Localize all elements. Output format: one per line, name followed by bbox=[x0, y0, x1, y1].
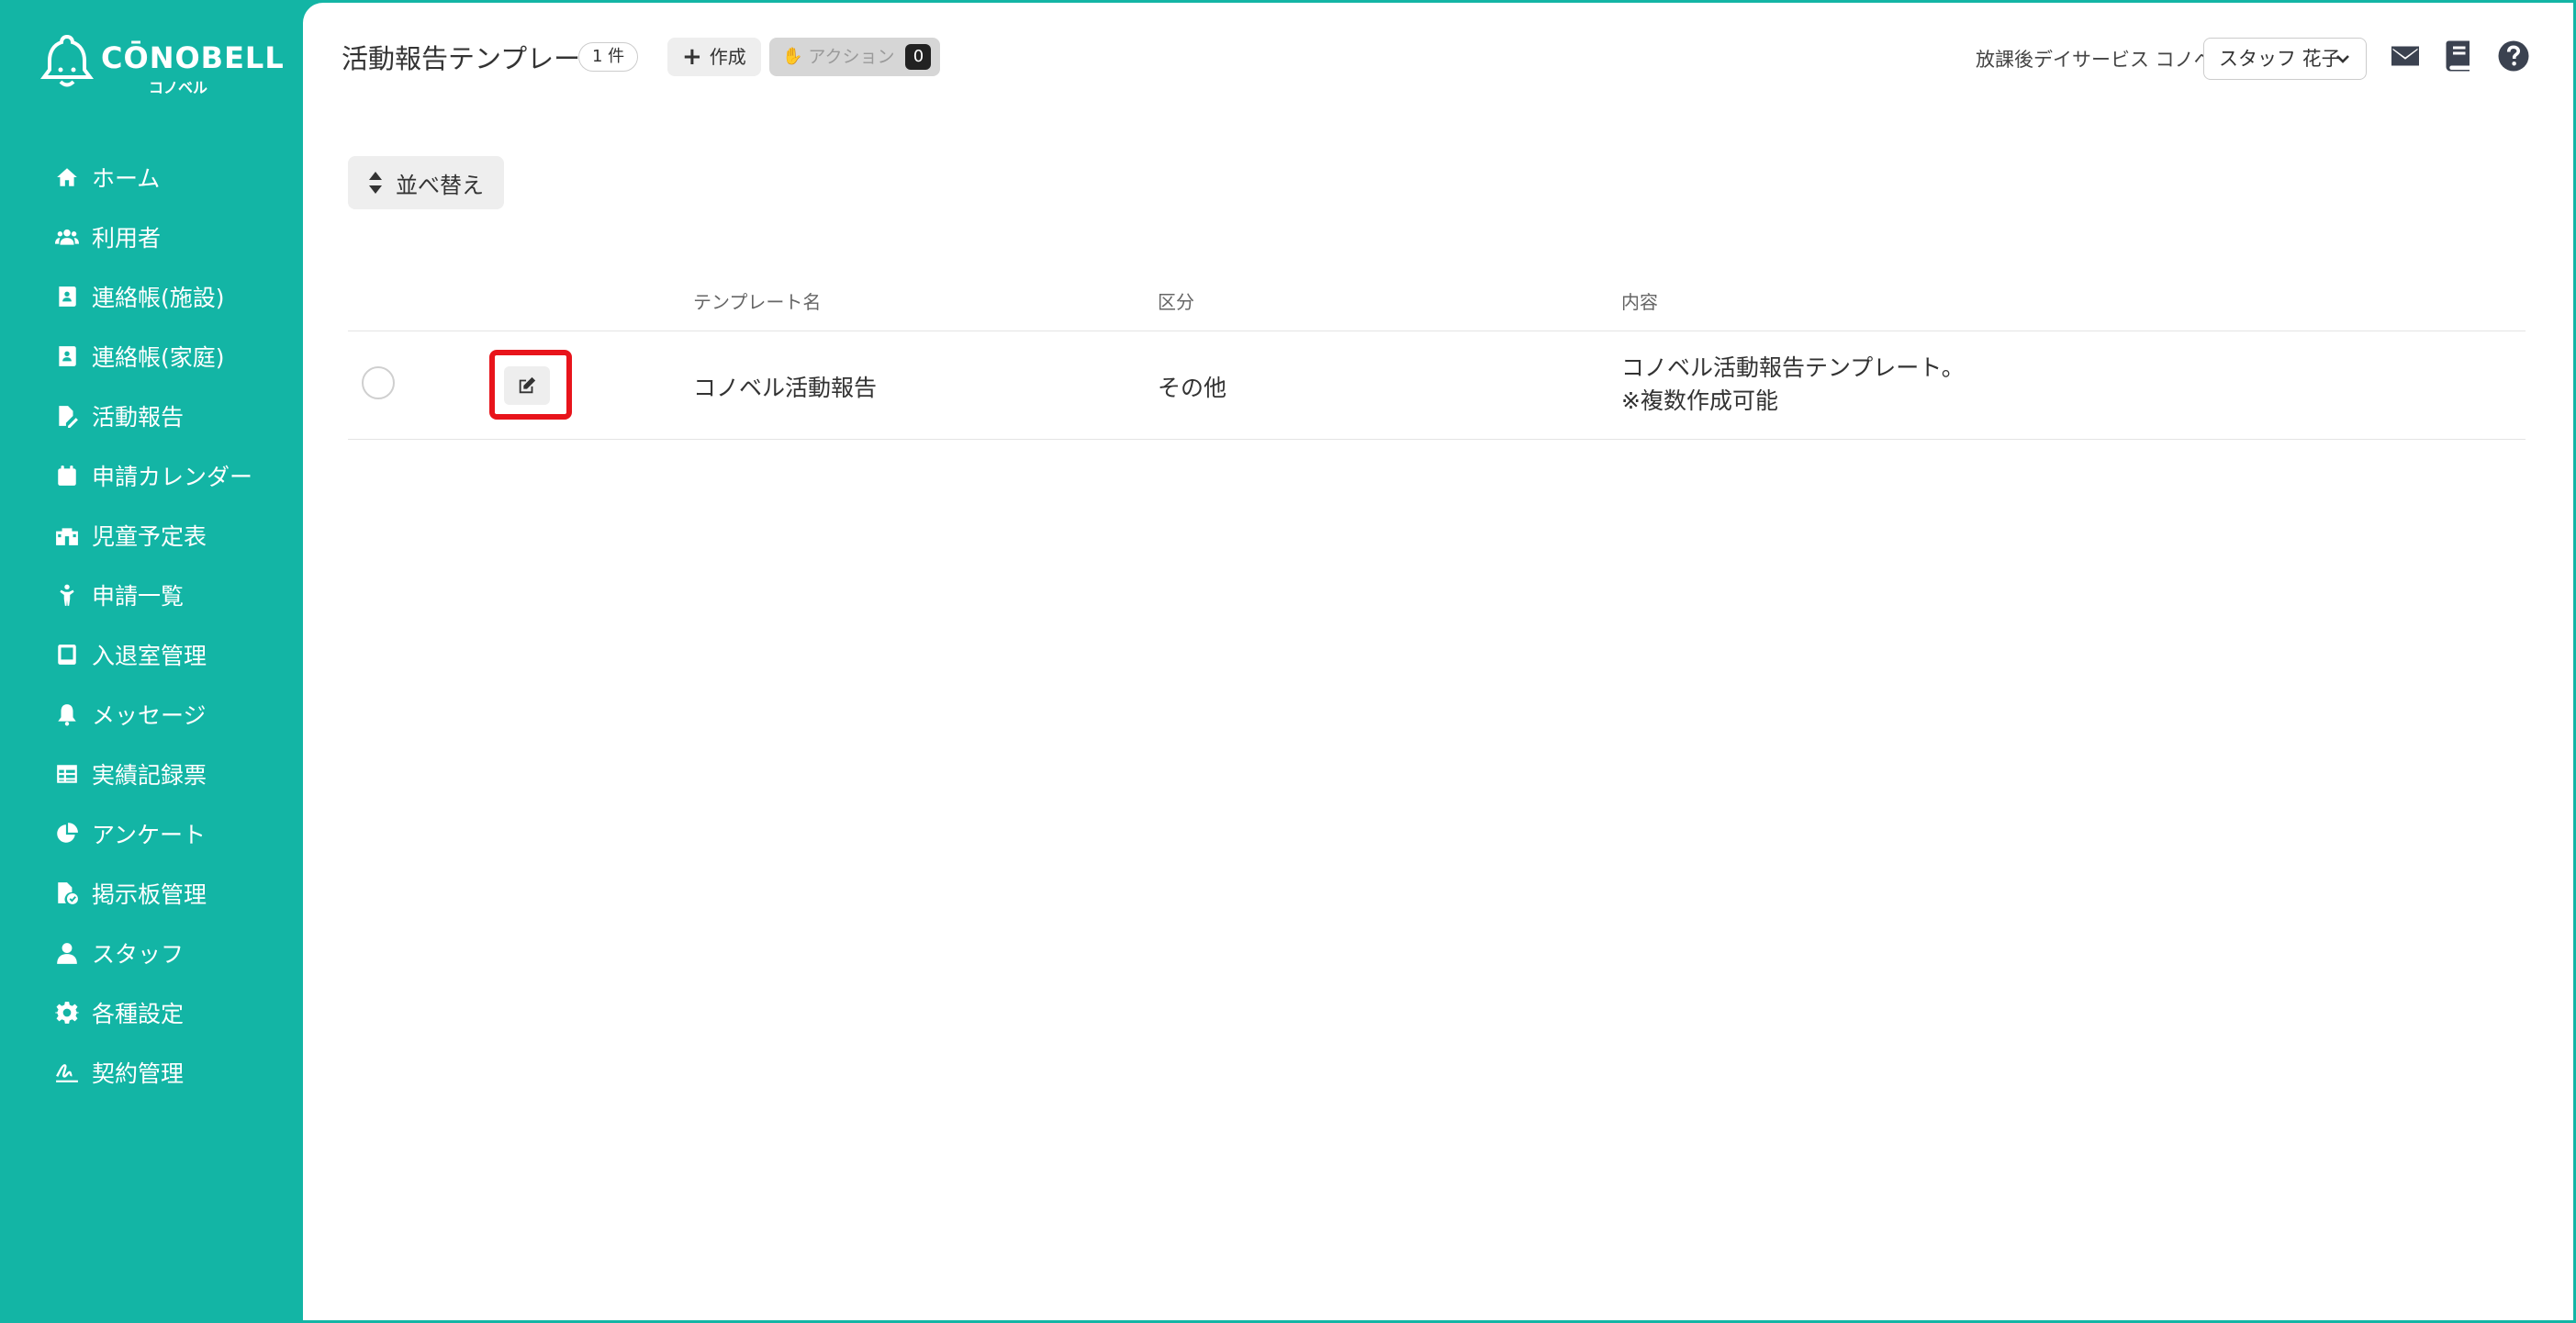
sidebar-nav: ホーム 利用者 連絡帳(施設) 連絡帳(家庭) 活動報告 申請カレンダー 児童予… bbox=[0, 147, 303, 1102]
sidebar-item-bulletin-board[interactable]: 掲示板管理 bbox=[0, 863, 303, 923]
content-line-2: ※複数作成可能 bbox=[1621, 387, 1778, 414]
bell-logo-icon bbox=[40, 34, 94, 87]
column-header-category: 区分 bbox=[1158, 291, 1194, 313]
sidebar-item-contract[interactable]: 契約管理 bbox=[0, 1042, 303, 1102]
sidebar-item-child-schedule[interactable]: 児童予定表 bbox=[0, 505, 303, 565]
home-icon bbox=[55, 165, 79, 189]
staff-icon bbox=[55, 941, 79, 965]
chevron-down-icon bbox=[2336, 55, 2349, 63]
sidebar-item-label: 掲示板管理 bbox=[92, 880, 207, 908]
bell-icon bbox=[55, 702, 79, 726]
sidebar-item-label: 利用者 bbox=[92, 224, 162, 252]
sidebar-item-contact-home[interactable]: 連絡帳(家庭) bbox=[0, 326, 303, 386]
sidebar-item-staff[interactable]: スタッフ bbox=[0, 923, 303, 982]
child-icon bbox=[55, 583, 79, 607]
template-name: コノベル活動報告 bbox=[693, 375, 878, 401]
header-bar: 活動報告テンプレート 1 件 + 作成 ✋ アクション 0 放課後デイサービス … bbox=[303, 3, 2573, 113]
sidebar-item-label: 申請一覧 bbox=[92, 582, 185, 610]
sidebar-item-survey[interactable]: アンケート bbox=[0, 803, 303, 863]
gear-icon bbox=[55, 1001, 79, 1025]
column-header-content: 内容 bbox=[1621, 291, 1658, 313]
staff-name: スタッフ 花子 bbox=[2219, 48, 2341, 70]
sidebar-item-label: スタッフ bbox=[92, 940, 185, 968]
sidebar-item-request-calendar[interactable]: 申請カレンダー bbox=[0, 445, 303, 505]
plus-icon: + bbox=[682, 43, 702, 71]
tablet-icon bbox=[55, 643, 79, 667]
hand-pointer-icon: ✋ bbox=[782, 47, 803, 66]
calendar-icon bbox=[55, 464, 79, 488]
main-content: 活動報告テンプレート 1 件 + 作成 ✋ アクション 0 放課後デイサービス … bbox=[303, 3, 2573, 1320]
sidebar: CŌNOBELL コノベル ホーム 利用者 連絡帳(施設) 連絡帳(家庭) 活動… bbox=[0, 0, 303, 1323]
book-icon[interactable] bbox=[2442, 39, 2475, 73]
sidebar-item-home[interactable]: ホーム bbox=[0, 147, 303, 207]
sidebar-item-activity-report[interactable]: 活動報告 bbox=[0, 386, 303, 445]
table-icon bbox=[55, 762, 79, 786]
sidebar-item-label: 実績記録票 bbox=[92, 761, 207, 789]
sidebar-item-label: アンケート bbox=[92, 821, 207, 848]
sidebar-item-label: 各種設定 bbox=[92, 1000, 185, 1027]
template-table: テンプレート名 区分 内容 コノベル活動報告 その他 コノベル活動報告テンプレー… bbox=[348, 260, 2526, 440]
sidebar-item-label: 契約管理 bbox=[92, 1060, 185, 1087]
sidebar-item-contact-facility[interactable]: 連絡帳(施設) bbox=[0, 266, 303, 326]
brand-name: CŌNOBELL bbox=[101, 40, 285, 75]
contact-book-icon bbox=[55, 344, 79, 368]
sort-button[interactable]: 並べ替え bbox=[348, 156, 504, 209]
help-icon[interactable] bbox=[2497, 39, 2530, 73]
action-count-badge: 0 bbox=[905, 44, 932, 70]
staff-select[interactable]: スタッフ 花子 bbox=[2203, 38, 2367, 80]
sidebar-item-label: 入退室管理 bbox=[92, 642, 207, 669]
action-label: アクション bbox=[808, 47, 895, 67]
sidebar-item-request-list[interactable]: 申請一覧 bbox=[0, 565, 303, 624]
sidebar-item-users[interactable]: 利用者 bbox=[0, 207, 303, 266]
brand-subname: コノベル bbox=[149, 79, 208, 96]
facility-name: 放課後デイサービス コノベル bbox=[1976, 49, 2233, 71]
edit-icon bbox=[519, 376, 536, 394]
template-content: コノベル活動報告テンプレート。 ※複数作成可能 bbox=[1621, 352, 1965, 418]
sidebar-item-label: 連絡帳(施設) bbox=[92, 284, 225, 311]
column-header-name: テンプレート名 bbox=[693, 291, 822, 313]
create-button[interactable]: + 作成 bbox=[667, 38, 761, 76]
edit-button[interactable] bbox=[504, 366, 550, 405]
contact-book-icon bbox=[55, 285, 79, 308]
action-button[interactable]: ✋ アクション 0 bbox=[769, 38, 941, 76]
sidebar-item-performance-record[interactable]: 実績記録票 bbox=[0, 744, 303, 803]
sidebar-item-label: 活動報告 bbox=[92, 403, 185, 431]
sort-icon bbox=[369, 172, 382, 194]
conobell-logo[interactable]: CŌNOBELL コノベル bbox=[40, 33, 284, 97]
sidebar-item-messages[interactable]: メッセージ bbox=[0, 684, 303, 744]
content-line-1: コノベル活動報告テンプレート。 bbox=[1621, 354, 1965, 381]
create-label: 作成 bbox=[709, 46, 746, 68]
page-title: 活動報告テンプレート bbox=[342, 43, 608, 74]
school-icon bbox=[55, 523, 79, 547]
row-checkbox[interactable] bbox=[362, 366, 395, 399]
users-icon bbox=[55, 225, 79, 249]
sidebar-item-label: ホーム bbox=[92, 164, 161, 192]
sidebar-item-label: 連絡帳(家庭) bbox=[92, 343, 225, 371]
table-header: テンプレート名 区分 内容 bbox=[348, 260, 2526, 331]
file-edit-icon bbox=[55, 404, 79, 428]
sidebar-item-label: メッセージ bbox=[92, 701, 207, 729]
sidebar-item-label: 児童予定表 bbox=[92, 522, 207, 550]
signature-icon bbox=[55, 1060, 79, 1084]
sort-label: 並べ替え bbox=[396, 172, 484, 198]
sidebar-item-settings[interactable]: 各種設定 bbox=[0, 982, 303, 1042]
sidebar-item-label: 申請カレンダー bbox=[92, 463, 253, 490]
table-row[interactable]: コノベル活動報告 その他 コノベル活動報告テンプレート。 ※複数作成可能 bbox=[348, 331, 2526, 440]
template-category: その他 bbox=[1158, 375, 1227, 401]
pie-chart-icon bbox=[55, 822, 79, 846]
sidebar-item-entry-exit[interactable]: 入退室管理 bbox=[0, 624, 303, 684]
mail-icon[interactable] bbox=[2389, 39, 2422, 73]
file-check-icon bbox=[55, 881, 79, 905]
count-badge: 1 件 bbox=[578, 42, 639, 72]
